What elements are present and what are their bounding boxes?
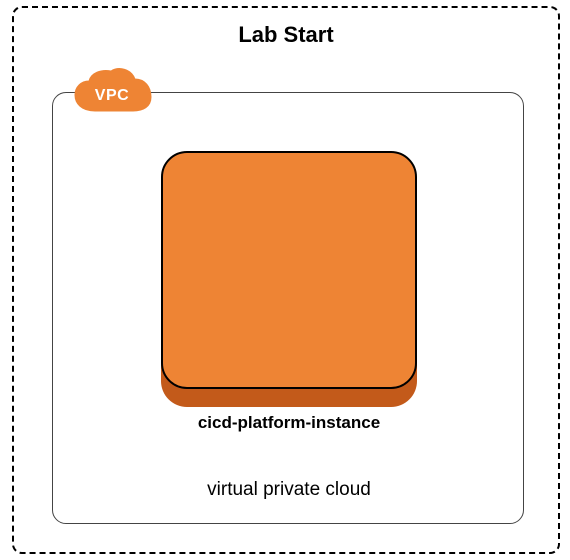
vpc-cloud-icon: VPC [71, 67, 153, 119]
vpc-container: VPC cicd-platform-instance virtual priva… [52, 92, 524, 524]
vpc-label: virtual private cloud [53, 479, 525, 501]
instance-face [161, 151, 417, 389]
compute-instance [161, 151, 417, 407]
lab-boundary: Lab Start VPC cicd-platform-instance vir… [12, 6, 560, 554]
vpc-badge-label: VPC [71, 67, 153, 119]
instance-label: cicd-platform-instance [53, 413, 525, 433]
diagram-title: Lab Start [14, 22, 558, 48]
